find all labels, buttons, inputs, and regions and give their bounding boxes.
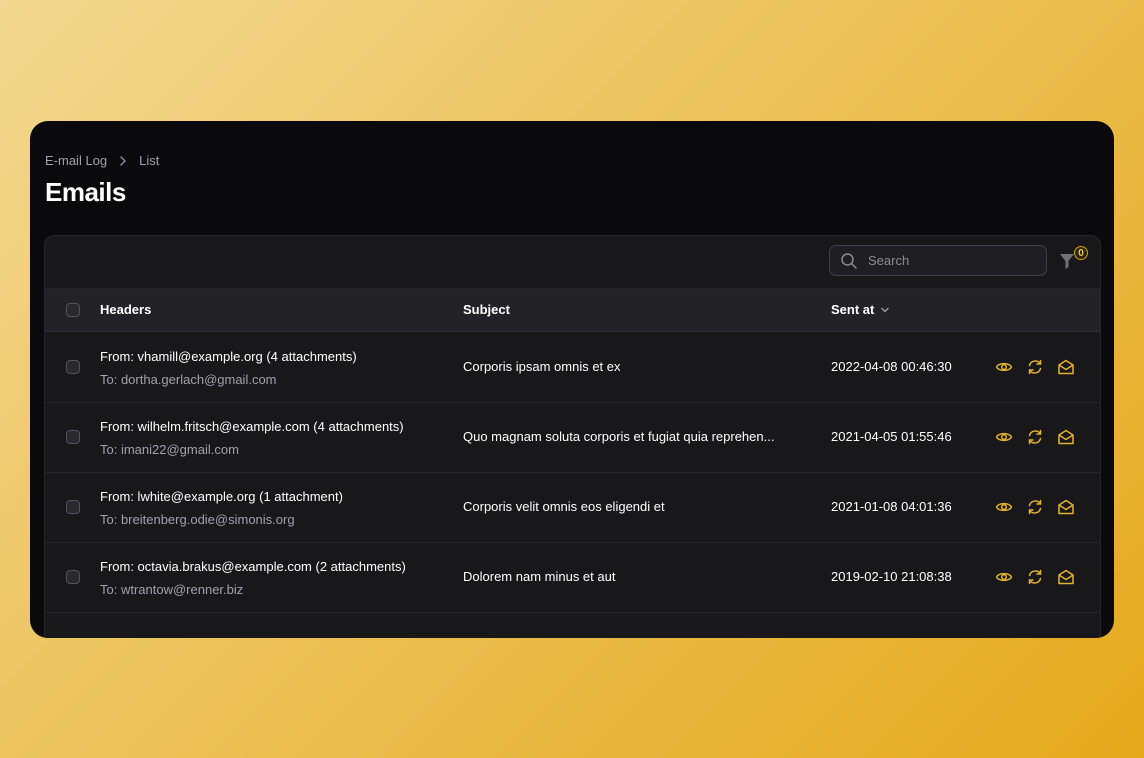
search-icon xyxy=(840,252,858,270)
row-to: To: breitenberg.odie@simonis.org xyxy=(100,512,295,527)
row-actions xyxy=(995,428,1075,446)
row-from: From: vhamill@example.org (4 attachments… xyxy=(100,349,357,364)
row-checkbox[interactable] xyxy=(66,500,80,514)
row-actions xyxy=(995,498,1075,516)
table-row[interactable]: From: wilhelm.fritsch@example.com (4 att… xyxy=(45,402,1100,473)
refresh-icon[interactable] xyxy=(1026,428,1044,446)
search-box[interactable] xyxy=(829,245,1047,276)
refresh-icon[interactable] xyxy=(1026,498,1044,516)
filter-button[interactable]: 0 xyxy=(1059,246,1088,274)
column-header-sent-at-label: Sent at xyxy=(831,302,875,317)
envelope-open-icon[interactable] xyxy=(1057,568,1075,586)
row-subject: Corporis ipsam omnis et ex xyxy=(463,359,621,374)
table-row[interactable]: From: lwhite@example.org (1 attachment) … xyxy=(45,472,1100,543)
row-to: To: wtrantow@renner.biz xyxy=(100,582,244,597)
column-header-headers: Headers xyxy=(100,302,152,317)
row-from: From: octavia.brakus@example.com (2 atta… xyxy=(100,559,406,574)
table-header: Headers Subject Sent at xyxy=(45,289,1100,332)
chevron-right-icon xyxy=(117,155,129,167)
row-actions xyxy=(995,568,1075,586)
row-to: To: dortha.gerlach@gmail.com xyxy=(100,372,277,387)
table-row[interactable]: From: octavia.brakus@example.com (2 atta… xyxy=(45,542,1100,613)
row-sent-at: 2021-01-08 04:01:36 xyxy=(831,499,952,514)
breadcrumb: E-mail Log List xyxy=(45,153,159,168)
row-checkbox[interactable] xyxy=(66,360,80,374)
breadcrumb-item-list[interactable]: List xyxy=(139,153,159,168)
row-sent-at: 2022-04-08 00:46:30 xyxy=(831,359,952,374)
refresh-icon[interactable] xyxy=(1026,358,1044,376)
row-subject: Dolorem nam minus et aut xyxy=(463,569,616,584)
row-sent-at: 2021-04-05 01:55:46 xyxy=(831,429,952,444)
envelope-open-icon[interactable] xyxy=(1057,498,1075,516)
emails-table-card: 0 Headers Subject Sent at From: vhamill@… xyxy=(44,235,1101,638)
row-to: To: imani22@gmail.com xyxy=(100,442,239,457)
eye-icon[interactable] xyxy=(995,568,1013,586)
eye-icon[interactable] xyxy=(995,358,1013,376)
breadcrumb-item-email-log[interactable]: E-mail Log xyxy=(45,153,107,168)
filter-count-badge: 0 xyxy=(1074,246,1088,260)
funnel-icon xyxy=(1059,254,1075,274)
search-input[interactable] xyxy=(866,252,1040,269)
refresh-icon[interactable] xyxy=(1026,568,1044,586)
column-header-subject: Subject xyxy=(463,302,510,317)
envelope-open-icon[interactable] xyxy=(1057,428,1075,446)
row-checkbox[interactable] xyxy=(66,570,80,584)
row-sent-at: 2019-02-10 21:08:38 xyxy=(831,569,952,584)
chevron-down-icon xyxy=(880,305,890,315)
page-title: Emails xyxy=(45,177,126,207)
envelope-open-icon[interactable] xyxy=(1057,358,1075,376)
app-window: E-mail Log List Emails 0 Headers xyxy=(30,121,1114,638)
row-actions xyxy=(995,358,1075,376)
row-from: From: wilhelm.fritsch@example.com (4 att… xyxy=(100,419,404,434)
table-toolbar: 0 xyxy=(45,236,1100,289)
select-all-checkbox[interactable] xyxy=(66,303,80,317)
eye-icon[interactable] xyxy=(995,498,1013,516)
row-subject: Corporis velit omnis eos eligendi et xyxy=(463,499,665,514)
table-row[interactable]: From: vhamill@example.org (4 attachments… xyxy=(45,332,1100,403)
row-from: From: lwhite@example.org (1 attachment) xyxy=(100,489,343,504)
column-header-sent-at[interactable]: Sent at xyxy=(831,302,890,317)
eye-icon[interactable] xyxy=(995,428,1013,446)
row-subject: Quo magnam soluta corporis et fugiat qui… xyxy=(463,429,775,444)
row-checkbox[interactable] xyxy=(66,430,80,444)
